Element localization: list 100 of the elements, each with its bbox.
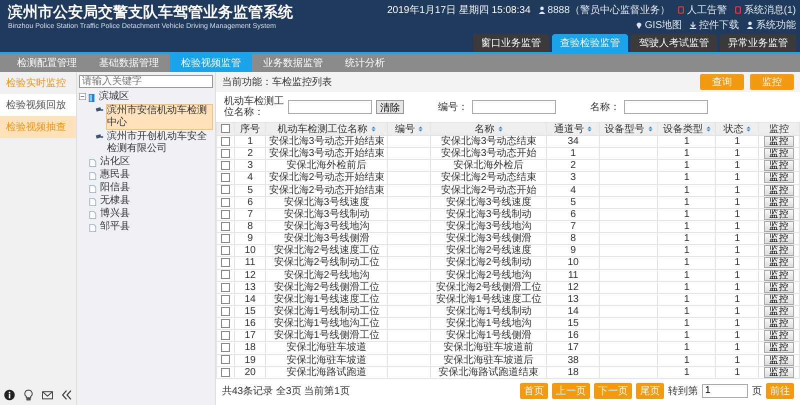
page-field[interactable]: 1	[702, 384, 748, 398]
info-icon[interactable]	[4, 389, 15, 401]
sort-icon	[746, 124, 752, 133]
table-cell: 13	[546, 293, 600, 306]
checkbox[interactable]	[221, 198, 230, 207]
monitor-button[interactable]: 监控	[764, 354, 794, 366]
column-header[interactable]: 通道号	[546, 122, 600, 136]
header-link[interactable]: 系统消息(1)	[734, 3, 796, 17]
record-summary: 共43条记录 全3页 当前第1页	[222, 384, 350, 398]
tree-node[interactable]: 滨州市安信机动车检测中心	[106, 104, 213, 130]
checkbox[interactable]	[221, 185, 230, 194]
checkbox[interactable]	[221, 149, 230, 158]
table-cell: 1	[716, 305, 759, 318]
table-cell: 安保北海3号线制动	[265, 208, 388, 220]
table-cell: 6	[234, 196, 266, 208]
monitor-button[interactable]: 监控	[764, 196, 794, 208]
checkbox[interactable]	[221, 246, 230, 256]
monitor-button[interactable]: 监控	[764, 233, 794, 244]
collapse-icon[interactable]	[61, 389, 72, 401]
table-cell: 1	[658, 342, 716, 354]
table-cell: 4	[546, 184, 600, 196]
checkbox[interactable]	[221, 270, 230, 280]
column-header[interactable]: 机动车检测工位名称	[265, 122, 388, 136]
monitor-button[interactable]: 监控	[764, 245, 794, 256]
mail-icon[interactable]	[42, 389, 53, 401]
collapse-box-icon[interactable]	[79, 93, 86, 100]
checkbox[interactable]	[221, 282, 230, 292]
table-cell: 7	[234, 208, 266, 220]
table-cell: 18	[546, 366, 600, 378]
monitor-button[interactable]: 监控	[764, 160, 794, 172]
checkbox[interactable]	[221, 306, 230, 316]
column-header[interactable]: 设备型号	[600, 122, 658, 136]
header-link[interactable]: 人工告警	[676, 3, 727, 17]
checkbox[interactable]	[221, 355, 230, 364]
tree-node[interactable]: 滨州市开创机动车安全检测有限公司	[106, 131, 213, 155]
table-cell: 安保北海1号线速度工位	[265, 293, 388, 306]
checkbox[interactable]	[221, 234, 230, 244]
monitor-button[interactable]: 监控	[764, 257, 794, 268]
checkbox[interactable]	[221, 222, 230, 231]
header-link[interactable]: 系统功能	[746, 18, 796, 32]
header-link[interactable]: 控件下载	[689, 18, 739, 32]
table-cell: 安保北海驻车坡道	[265, 354, 388, 366]
tree-node[interactable]: 沾化区	[99, 156, 131, 168]
lightbulb-icon[interactable]	[23, 389, 34, 401]
checkbox[interactable]	[221, 343, 230, 352]
checkbox[interactable]	[221, 173, 230, 182]
checkbox[interactable]	[221, 136, 230, 146]
monitor-button[interactable]: 监控	[764, 318, 794, 330]
monitor-button[interactable]: 监控	[764, 148, 794, 160]
table-cell: 1	[658, 318, 716, 330]
table-cell: 18	[234, 342, 266, 354]
table-cell: 安保北海3号线速度	[265, 196, 388, 208]
checkbox[interactable]	[221, 368, 230, 377]
monitor-button[interactable]: 监控	[764, 306, 794, 317]
top-tab[interactable]: 驾驶人考试监管	[631, 34, 717, 52]
table-cell: 10	[234, 244, 266, 257]
input-field[interactable]	[288, 100, 372, 114]
table-cell: 安保北海2号动态开始结束	[265, 184, 388, 196]
monitor-button[interactable]: 监控	[764, 208, 794, 220]
tree-node[interactable]: 阳信县	[99, 182, 131, 194]
checkbox[interactable]	[221, 319, 230, 328]
monitor-button[interactable]: 监控	[764, 172, 794, 184]
top-tab[interactable]: 窗口业务监管	[473, 34, 549, 52]
monitor-button[interactable]: 监控	[764, 282, 794, 293]
tree-node[interactable]: 滨城区	[98, 91, 130, 103]
input-field[interactable]	[624, 100, 708, 114]
monitor-button[interactable]: 监控	[764, 270, 794, 281]
tree-node[interactable]: 博兴县	[99, 208, 131, 220]
tree-node[interactable]: 惠民县	[99, 169, 131, 181]
table-cell: 1	[716, 293, 759, 306]
checkbox[interactable]	[221, 161, 230, 170]
table-cell: 安保北海2号线速度工位	[265, 244, 388, 257]
monitor-button[interactable]: 监控	[764, 342, 794, 354]
monitor-button[interactable]: 监控	[764, 366, 794, 378]
pin-icon	[634, 21, 643, 29]
monitor-button[interactable]: 监控	[764, 136, 794, 147]
table-cell: 安保北海路试跑道	[265, 366, 388, 378]
top-tab[interactable]: 异常业务监管	[720, 34, 796, 52]
header-link[interactable]: GIS地图	[634, 18, 682, 32]
checkbox[interactable]	[221, 294, 230, 304]
column-header[interactable]: 名称	[430, 122, 547, 136]
clear-button[interactable]: 清除	[376, 100, 404, 114]
column-header[interactable]: 设备类型	[658, 122, 716, 136]
sidebar-item[interactable]: 检验视频回放	[0, 94, 76, 116]
tree-node[interactable]: 无棣县	[99, 195, 131, 207]
monitor-button[interactable]: 监控	[764, 220, 794, 232]
header-link[interactable]: 8888（警员中心监督业务）	[538, 3, 670, 17]
monitor-button[interactable]: 监控	[764, 330, 794, 342]
checkbox[interactable]	[221, 331, 230, 340]
table-cell: 1	[716, 232, 759, 245]
column-header[interactable]: 状态	[716, 122, 759, 136]
checkbox[interactable]	[221, 124, 230, 134]
column-header[interactable]: 编号	[388, 122, 430, 136]
monitor-button[interactable]: 监控	[764, 184, 794, 196]
input-field[interactable]	[472, 100, 556, 114]
checkbox[interactable]	[221, 210, 230, 219]
table-cell: 5	[546, 196, 600, 208]
monitor-button[interactable]: 监控	[764, 294, 794, 305]
tree-node[interactable]: 邹平县	[99, 221, 131, 233]
checkbox[interactable]	[221, 258, 230, 268]
